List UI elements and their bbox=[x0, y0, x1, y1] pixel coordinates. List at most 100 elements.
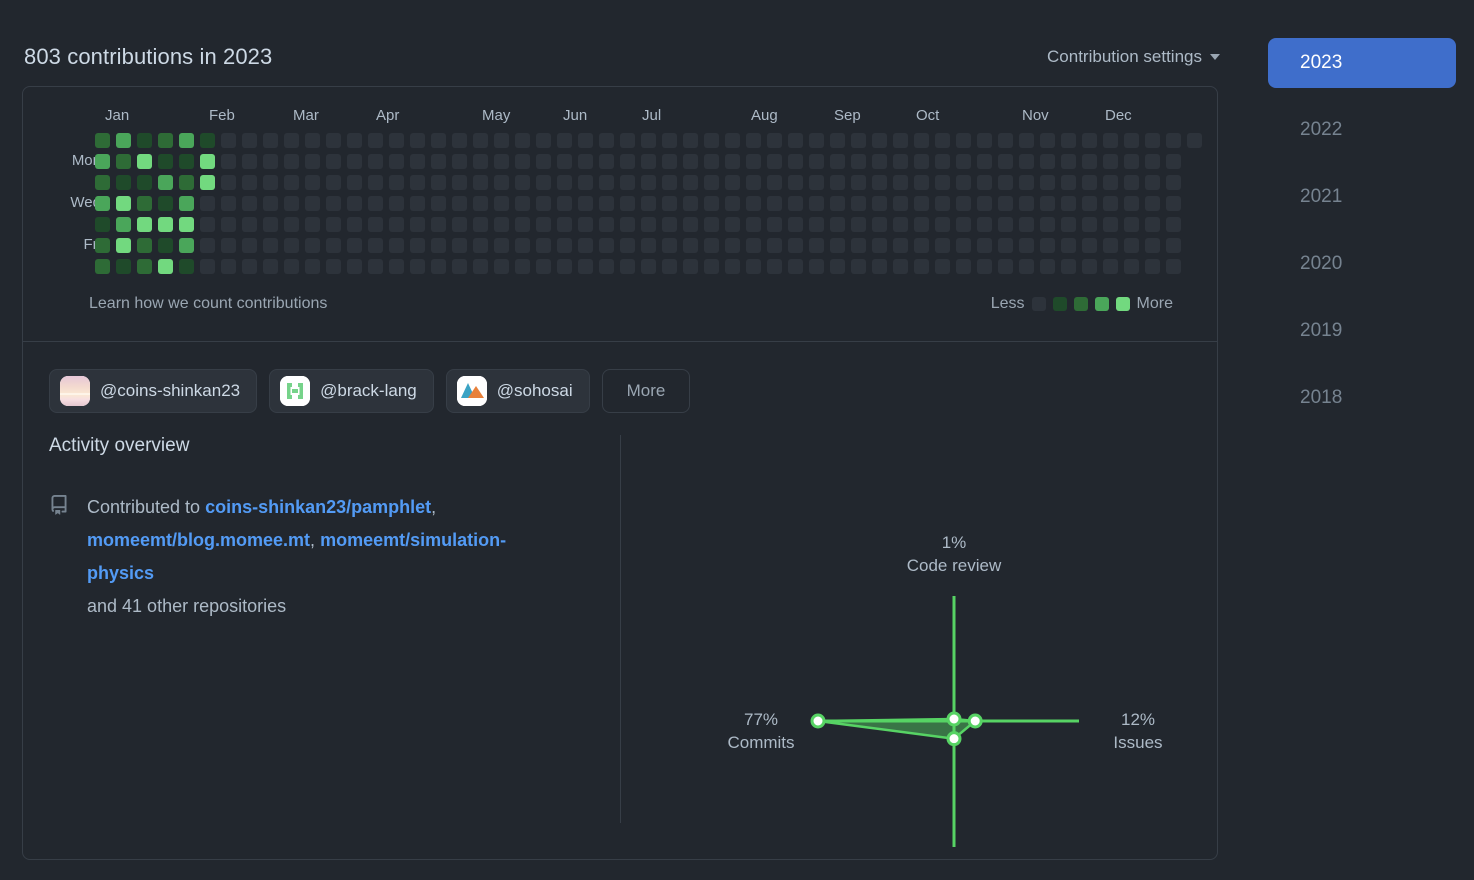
contribution-cell[interactable] bbox=[620, 196, 635, 211]
contribution-cell[interactable] bbox=[809, 238, 824, 253]
contribution-cell[interactable] bbox=[410, 217, 425, 232]
contribution-cell[interactable] bbox=[1166, 133, 1181, 148]
contribution-cell[interactable] bbox=[473, 196, 488, 211]
contribution-cell[interactable] bbox=[347, 259, 362, 274]
contribution-cell[interactable] bbox=[620, 154, 635, 169]
contribution-cell[interactable] bbox=[137, 133, 152, 148]
contribution-cell[interactable] bbox=[830, 175, 845, 190]
contribution-cell[interactable] bbox=[599, 259, 614, 274]
contribution-cell[interactable] bbox=[284, 154, 299, 169]
contribution-cell[interactable] bbox=[536, 133, 551, 148]
contribution-cell[interactable] bbox=[452, 175, 467, 190]
contribution-cell[interactable] bbox=[1061, 196, 1076, 211]
contribution-cell[interactable] bbox=[914, 175, 929, 190]
contribution-cell[interactable] bbox=[95, 175, 110, 190]
contribution-cell[interactable] bbox=[1124, 175, 1139, 190]
contribution-cell[interactable] bbox=[326, 175, 341, 190]
contribution-cell[interactable] bbox=[179, 259, 194, 274]
contribution-cell[interactable] bbox=[788, 259, 803, 274]
contribution-cell[interactable] bbox=[116, 196, 131, 211]
contribution-cell[interactable] bbox=[809, 217, 824, 232]
contribution-cell[interactable] bbox=[641, 217, 656, 232]
contribution-cell[interactable] bbox=[977, 175, 992, 190]
contribution-cell[interactable] bbox=[431, 133, 446, 148]
contribution-cell[interactable] bbox=[431, 238, 446, 253]
contribution-cell[interactable] bbox=[221, 238, 236, 253]
contribution-cell[interactable] bbox=[1061, 238, 1076, 253]
contribution-cell[interactable] bbox=[683, 259, 698, 274]
contribution-cell[interactable] bbox=[1061, 154, 1076, 169]
contribution-cell[interactable] bbox=[872, 259, 887, 274]
contribution-cell[interactable] bbox=[242, 259, 257, 274]
repo-link[interactable]: momeemt/blog.momee.mt bbox=[87, 530, 310, 550]
contribution-cell[interactable] bbox=[305, 154, 320, 169]
contribution-cell[interactable] bbox=[200, 196, 215, 211]
contribution-cell[interactable] bbox=[179, 154, 194, 169]
contribution-cell[interactable] bbox=[788, 175, 803, 190]
contribution-cell[interactable] bbox=[200, 238, 215, 253]
contribution-cell[interactable] bbox=[431, 217, 446, 232]
contribution-cell[interactable] bbox=[158, 154, 173, 169]
contribution-cell[interactable] bbox=[221, 196, 236, 211]
contribution-cell[interactable] bbox=[872, 196, 887, 211]
contribution-cell[interactable] bbox=[914, 154, 929, 169]
contribution-cell[interactable] bbox=[368, 196, 383, 211]
contribution-cell[interactable] bbox=[1124, 154, 1139, 169]
contribution-cell[interactable] bbox=[494, 217, 509, 232]
contribution-cell[interactable] bbox=[1145, 238, 1160, 253]
contribution-cell[interactable] bbox=[914, 196, 929, 211]
contribution-cell[interactable] bbox=[242, 133, 257, 148]
contribution-cell[interactable] bbox=[851, 238, 866, 253]
contribution-cell[interactable] bbox=[1019, 238, 1034, 253]
contribution-cell[interactable] bbox=[242, 196, 257, 211]
contribution-cell[interactable] bbox=[1166, 238, 1181, 253]
contribution-cell[interactable] bbox=[179, 238, 194, 253]
contribution-cell[interactable] bbox=[557, 238, 572, 253]
contribution-cell[interactable] bbox=[1082, 238, 1097, 253]
contribution-cell[interactable] bbox=[1124, 238, 1139, 253]
contribution-cell[interactable] bbox=[284, 259, 299, 274]
contribution-cell[interactable] bbox=[725, 217, 740, 232]
contribution-cell[interactable] bbox=[578, 154, 593, 169]
contribution-cell[interactable] bbox=[935, 196, 950, 211]
contribution-cell[interactable] bbox=[494, 259, 509, 274]
contribution-cell[interactable] bbox=[935, 259, 950, 274]
contribution-cell[interactable] bbox=[494, 175, 509, 190]
contribution-cell[interactable] bbox=[704, 217, 719, 232]
contribution-cell[interactable] bbox=[599, 238, 614, 253]
contribution-cell[interactable] bbox=[200, 154, 215, 169]
contribution-cell[interactable] bbox=[704, 259, 719, 274]
contribution-cell[interactable] bbox=[1019, 154, 1034, 169]
contribution-cell[interactable] bbox=[158, 259, 173, 274]
contribution-cell[interactable] bbox=[515, 154, 530, 169]
contribution-cell[interactable] bbox=[494, 196, 509, 211]
contribution-cell[interactable] bbox=[725, 259, 740, 274]
contribution-cell[interactable] bbox=[683, 154, 698, 169]
contribution-cell[interactable] bbox=[368, 217, 383, 232]
contribution-cell[interactable] bbox=[452, 259, 467, 274]
contribution-cell[interactable] bbox=[305, 175, 320, 190]
contribution-cell[interactable] bbox=[935, 238, 950, 253]
contribution-cell[interactable] bbox=[998, 154, 1013, 169]
contribution-cell[interactable] bbox=[788, 133, 803, 148]
contribution-cell[interactable] bbox=[95, 154, 110, 169]
contribution-cell[interactable] bbox=[788, 196, 803, 211]
contribution-cell[interactable] bbox=[557, 217, 572, 232]
org-chip-brack-lang[interactable]: @brack-lang bbox=[269, 369, 434, 413]
contribution-cell[interactable] bbox=[1145, 175, 1160, 190]
contribution-cell[interactable] bbox=[284, 133, 299, 148]
contribution-cell[interactable] bbox=[956, 175, 971, 190]
contribution-cell[interactable] bbox=[494, 133, 509, 148]
contribution-cell[interactable] bbox=[557, 133, 572, 148]
contribution-cell[interactable] bbox=[326, 259, 341, 274]
contribution-cell[interactable] bbox=[830, 259, 845, 274]
contribution-cell[interactable] bbox=[1145, 133, 1160, 148]
radar-point-issues[interactable] bbox=[967, 713, 983, 729]
contribution-cell[interactable] bbox=[1145, 259, 1160, 274]
contribution-cell[interactable] bbox=[116, 238, 131, 253]
contribution-cell[interactable] bbox=[620, 175, 635, 190]
contribution-cell[interactable] bbox=[935, 133, 950, 148]
contribution-cell[interactable] bbox=[767, 133, 782, 148]
contribution-cell[interactable] bbox=[620, 238, 635, 253]
contribution-cell[interactable] bbox=[1145, 196, 1160, 211]
